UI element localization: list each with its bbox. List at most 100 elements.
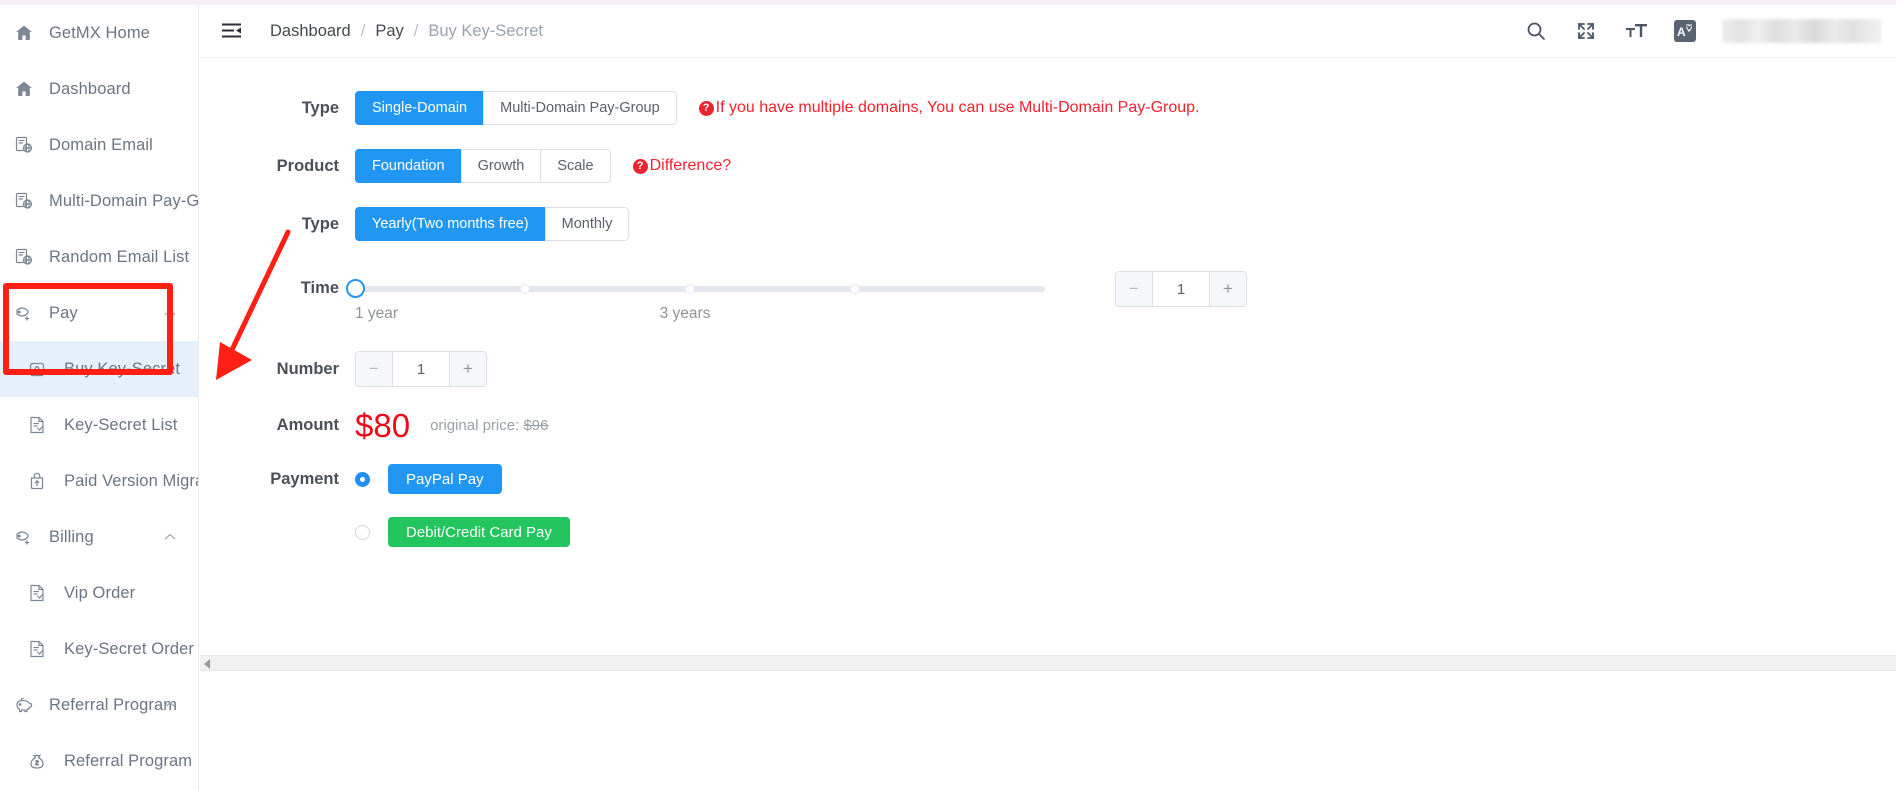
sidebar-item-dashboard[interactable]: Dashboard — [0, 61, 198, 117]
breadcrumb-separator: / — [360, 21, 366, 40]
top-header: Dashboard / Pay / Buy Key-Secret A — [200, 5, 1896, 58]
form-row-time: Time 1 year 3 years − 1 + — [200, 271, 1247, 322]
sidebar-item-referral-program[interactable]: Referral Program — [0, 733, 198, 789]
time-stepper-minus-button[interactable]: − — [1116, 272, 1152, 306]
slider-mark-max: 3 years — [659, 305, 711, 322]
form-row-product: Product Foundation Growth Scale ? Differ… — [200, 149, 731, 183]
breadcrumb-item-pay[interactable]: Pay — [375, 22, 403, 41]
type-label: Type — [301, 98, 339, 117]
product-hint[interactable]: ? Difference? — [632, 157, 732, 175]
sidebar-item-label: Key-Secret List — [64, 415, 178, 434]
translate-icon[interactable]: A — [1674, 20, 1696, 42]
sidebar-item-label: Key-Secret Order — [64, 639, 194, 658]
time-quantity-stepper: − 1 + — [1115, 271, 1247, 307]
product-option-scale[interactable]: Scale — [540, 149, 611, 183]
billing-type-segmented-control: Yearly(Two months free) Monthly — [355, 207, 630, 241]
mail-globe-icon — [13, 246, 35, 268]
sidebar-item-label: Vip Order — [64, 583, 136, 602]
money-bag-icon — [26, 750, 48, 772]
slider-handle[interactable] — [346, 279, 365, 298]
sidebar-item-domain-email[interactable]: Domain Email — [0, 117, 198, 173]
sidebar: GetMX Home Dashboard Domain Email Multi-Dom… — [0, 5, 199, 791]
user-account-label[interactable] — [1722, 19, 1882, 43]
doc-list-icon — [26, 414, 48, 436]
sidebar-item-label: Domain Email — [49, 135, 153, 154]
time-label: Time — [300, 279, 339, 297]
chevron-up-icon[interactable] — [164, 528, 176, 546]
sidebar-item-vip-order[interactable]: Vip Order — [0, 565, 198, 621]
sidebar-item-getmx-home[interactable]: GetMX Home — [0, 5, 198, 61]
debit-credit-card-pay-button[interactable]: Debit/Credit Card Pay — [388, 517, 570, 547]
piggy-icon — [13, 694, 35, 716]
breadcrumb-item-buy-key-secret: Buy Key-Secret — [428, 21, 543, 40]
sidebar-item-random-email-list[interactable]: Random Email List — [0, 229, 198, 285]
svg-text:A: A — [1677, 25, 1686, 38]
number-stepper-plus-button[interactable]: + — [450, 352, 486, 386]
product-option-growth[interactable]: Growth — [460, 149, 541, 183]
mail-globe-icon — [13, 190, 35, 212]
product-segmented-control: Foundation Growth Scale — [355, 149, 611, 183]
breadcrumb-item-dashboard[interactable]: Dashboard — [270, 22, 351, 41]
sidebar-item-key-secret-order[interactable]: Key-Secret Order — [0, 621, 198, 677]
breadcrumb: Dashboard / Pay / Buy Key-Secret — [270, 22, 543, 41]
chevron-up-icon[interactable] — [164, 304, 176, 322]
header-tools: A — [1524, 19, 1896, 43]
question-mark-icon: ? — [632, 158, 648, 174]
chevron-up-icon[interactable] — [164, 696, 176, 714]
sidebar-item-referral-program[interactable]: Referral Program — [0, 677, 198, 733]
search-icon[interactable] — [1524, 19, 1548, 43]
original-price: original price: $96 — [430, 417, 548, 434]
time-stepper-value[interactable]: 1 — [1152, 272, 1210, 306]
billing-type-option-yearly[interactable]: Yearly(Two months free) — [355, 207, 545, 241]
form-row-amount: Amount $80 original price: $96 — [200, 409, 549, 442]
sidebar-item-key-secret-list[interactable]: Key-Secret List — [0, 397, 198, 453]
sidebar-item-label: Referral Program — [49, 695, 178, 714]
page-root: GetMX Home Dashboard Domain Email Multi-Dom… — [0, 0, 1896, 791]
pay-tag-icon — [13, 526, 35, 548]
paypal-pay-button[interactable]: PayPal Pay — [388, 464, 502, 494]
main-content: Type Single-Domain Multi-Domain Pay-Grou… — [200, 59, 1896, 655]
sidebar-item-billing[interactable]: Billing — [0, 509, 198, 565]
sidebar-nav-list: GetMX Home Dashboard Domain Email Multi-Dom… — [0, 5, 198, 791]
product-option-foundation[interactable]: Foundation — [355, 149, 461, 183]
sidebar-item-pay[interactable]: Pay — [0, 285, 198, 341]
form-row-number: Number − 1 + — [200, 351, 487, 387]
sidebar-item-paid-version-migration[interactable]: Paid Version Migration — [0, 453, 198, 509]
type-option-single-domain[interactable]: Single-Domain — [355, 91, 484, 125]
type-hint-text: If you have multiple domains, You can us… — [715, 99, 1200, 116]
billing-type-label: Type — [301, 214, 339, 233]
breadcrumb-separator: / — [413, 21, 419, 40]
slider-mark-min: 1 year — [355, 305, 399, 322]
number-stepper-value[interactable]: 1 — [392, 352, 450, 386]
sidebar-item-multi-domain-pay-group[interactable]: Multi-Domain Pay-Group — [0, 173, 198, 229]
type-option-multi-domain[interactable]: Multi-Domain Pay-Group — [483, 91, 677, 125]
form-row-payment-card: Debit/Credit Card Pay — [200, 517, 570, 547]
form-row-type: Type Single-Domain Multi-Domain Pay-Grou… — [200, 91, 1199, 125]
font-size-icon[interactable] — [1624, 19, 1648, 43]
time-stepper-plus-button[interactable]: + — [1210, 272, 1246, 306]
slider-stop-mark — [685, 284, 695, 294]
original-price-prefix: original price: — [430, 417, 524, 434]
product-hint-text[interactable]: Difference? — [650, 157, 732, 175]
billing-type-option-monthly[interactable]: Monthly — [544, 207, 630, 241]
payment-radio-paypal[interactable] — [355, 471, 370, 487]
sidebar-item-buy-key-secret[interactable]: Buy Key-Secret — [0, 341, 198, 397]
form-row-billing-type: Type Yearly(Two months free) Monthly — [200, 207, 630, 241]
type-hint: ? If you have multiple domains, You can … — [698, 99, 1200, 117]
menu-fold-icon[interactable] — [220, 20, 242, 42]
doc-list-icon — [26, 582, 48, 604]
scroll-left-arrow-icon[interactable] — [204, 659, 210, 669]
type-segmented-control: Single-Domain Multi-Domain Pay-Group — [355, 91, 677, 125]
fullscreen-icon[interactable] — [1574, 19, 1598, 43]
time-slider[interactable]: 1 year 3 years — [346, 271, 1045, 322]
home-icon — [13, 22, 35, 44]
horizontal-scrollbar[interactable] — [200, 655, 1896, 671]
slider-track[interactable] — [355, 286, 1045, 292]
original-price-value: $96 — [523, 417, 549, 434]
home-icon — [13, 78, 35, 100]
sidebar-item-label: Billing — [49, 527, 94, 546]
payment-radio-card[interactable] — [355, 524, 370, 540]
slider-stop-mark — [850, 284, 860, 294]
amount-label: Amount — [276, 416, 339, 434]
number-stepper-minus-button[interactable]: − — [356, 352, 392, 386]
